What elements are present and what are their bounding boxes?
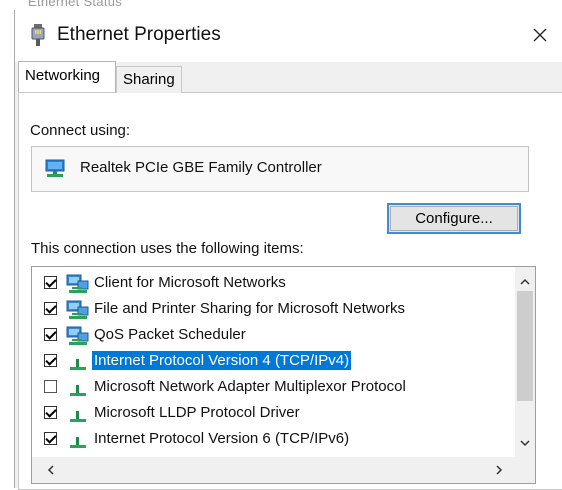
scroll-down-button[interactable] [515,433,535,453]
chevron-down-icon [520,439,530,446]
protocol-icon [70,411,86,422]
client-network-icon [66,326,89,345]
tab-networking-label: Networking [25,67,101,84]
scroll-left-button[interactable] [40,460,60,480]
item-checkbox[interactable] [44,380,57,393]
dialog-title: Ethernet Properties [57,24,221,45]
title-bar: Ethernet Properties [15,10,562,62]
list-item[interactable]: Client for Microsoft Networks [32,271,512,297]
item-label: Microsoft LLDP Protocol Driver [94,404,300,421]
item-label: Internet Protocol Version 6 (TCP/IPv6) [94,430,350,447]
item-label: File and Printer Sharing for Microsoft N… [94,300,405,317]
list-item[interactable]: File and Printer Sharing for Microsoft N… [32,297,512,323]
configure-button[interactable]: Configure... [387,203,521,234]
list-item[interactable]: QoS Packet Scheduler [32,323,512,349]
tab-networking[interactable]: Networking [18,61,116,92]
list-item[interactable]: Microsoft Network Adapter Multiplexor Pr… [32,375,512,401]
horizontal-scrollbar[interactable] [32,457,535,483]
item-label: Client for Microsoft Networks [94,274,286,291]
tab-sharing-label: Sharing [123,71,175,88]
network-adapter-icon [45,159,65,177]
item-checkbox[interactable] [44,406,57,419]
tab-sharing[interactable]: Sharing [116,66,182,93]
vertical-scroll-thumb[interactable] [517,291,533,401]
connect-using-label: Connect using: [30,122,131,139]
client-network-icon [66,300,89,319]
adapter-field: Realtek PCIe GBE Family Controller [31,146,529,192]
protocol-icon [70,437,86,448]
item-label: QoS Packet Scheduler [94,326,246,343]
close-button[interactable] [517,10,562,60]
items-list-label: This connection uses the following items… [31,240,304,257]
item-label: Internet Protocol Version 4 (TCP/IPv4) [92,351,352,370]
list-item[interactable]: Microsoft LLDP Protocol Driver [32,401,512,427]
vertical-scrollbar[interactable] [515,267,535,457]
adapter-name: Realtek PCIe GBE Family Controller [80,159,322,176]
background-window-title: Ethernet Status [28,0,123,9]
protocol-icon [70,359,86,370]
scroll-up-button[interactable] [515,271,535,291]
list-item-selected[interactable]: Internet Protocol Version 4 (TCP/IPv4) [32,349,512,375]
item-label: Microsoft Network Adapter Multiplexor Pr… [94,378,406,395]
item-checkbox[interactable] [44,354,57,367]
list-item[interactable]: Internet Protocol Version 6 (TCP/IPv6) [32,427,512,453]
scroll-right-button[interactable] [489,460,509,480]
items-list[interactable]: Client for Microsoft Networks File and P… [31,266,536,484]
protocol-icon [70,385,86,396]
close-icon [533,28,547,42]
item-checkbox[interactable] [44,328,57,341]
configure-button-focus-frame [390,206,518,231]
item-checkbox[interactable] [44,432,57,445]
item-checkbox[interactable] [44,276,57,289]
item-checkbox[interactable] [44,302,57,315]
client-network-icon [66,274,89,293]
network-cable-icon [31,24,45,46]
chevron-up-icon [520,278,530,285]
chevron-right-icon [495,465,502,475]
chevron-left-icon [47,465,54,475]
